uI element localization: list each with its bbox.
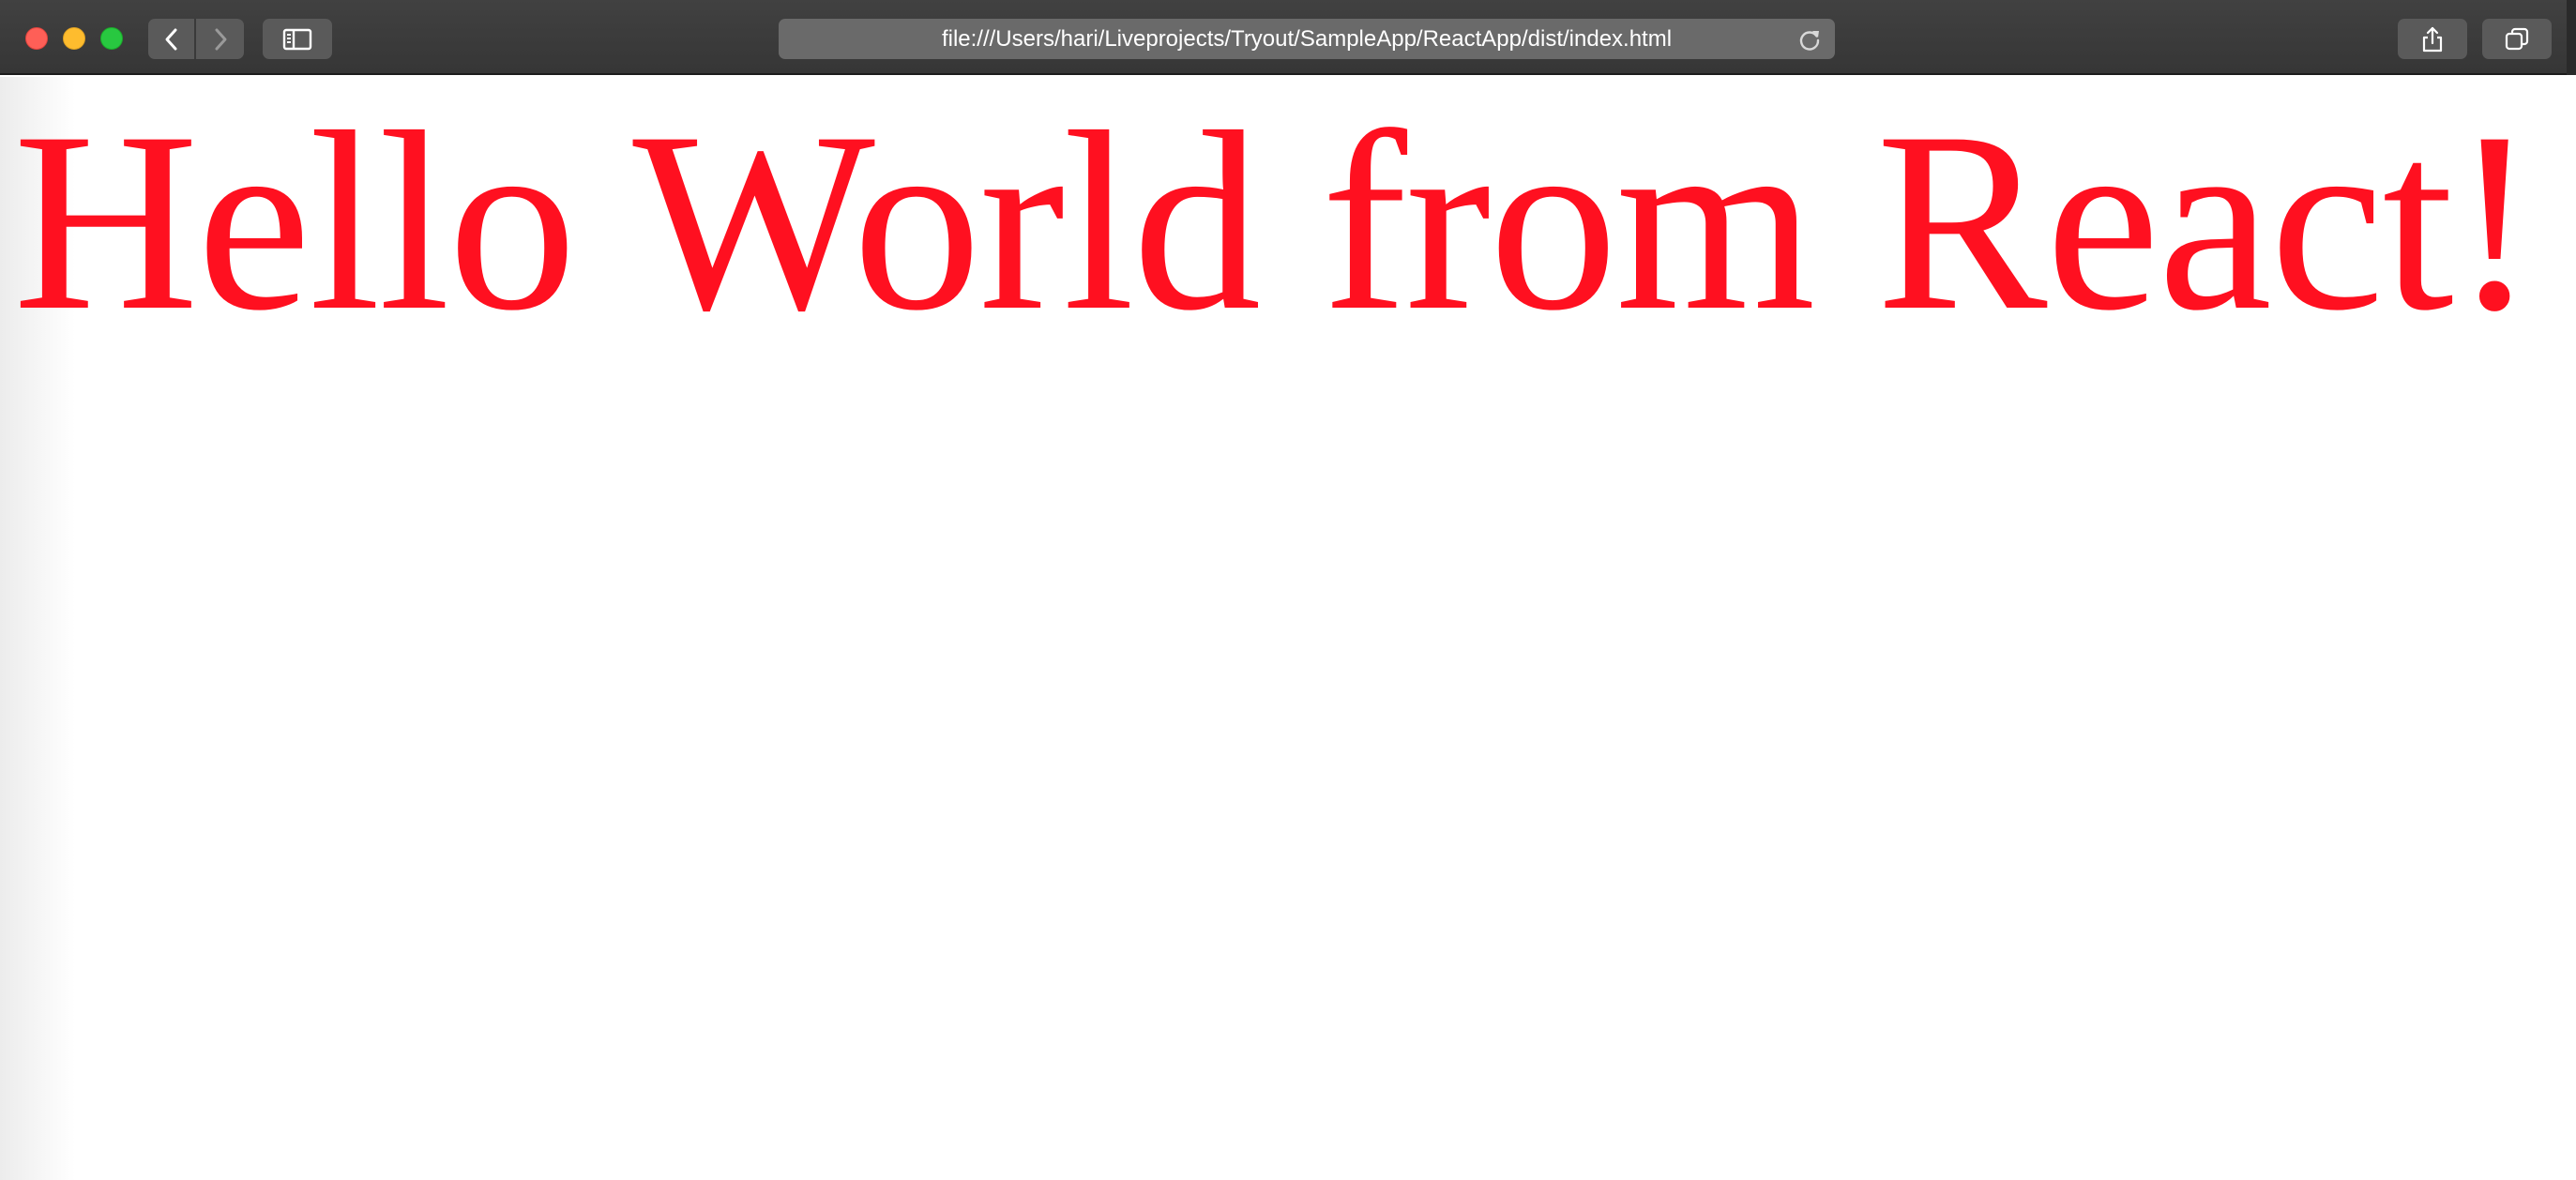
chevron-right-icon <box>215 28 226 50</box>
maximize-window-button[interactable] <box>100 27 123 50</box>
share-icon <box>2422 26 2443 52</box>
browser-toolbar: file:///Users/hari/Liveprojects/Tryout/S… <box>0 0 2576 75</box>
chevron-left-icon <box>165 28 176 50</box>
page-heading: Hello World from React! <box>13 80 2538 364</box>
reload-icon[interactable] <box>1797 27 1822 52</box>
sidebar-toggle-button[interactable] <box>263 19 332 59</box>
window-edge <box>2567 0 2576 75</box>
minimize-window-button[interactable] <box>63 27 85 50</box>
share-button[interactable] <box>2398 19 2467 59</box>
close-window-button[interactable] <box>25 27 48 50</box>
tab-overview-button[interactable] <box>2482 19 2552 59</box>
tabs-overview-icon <box>2505 27 2529 50</box>
sidebar-icon <box>282 28 312 50</box>
forward-button[interactable] <box>196 19 244 59</box>
url-text[interactable]: file:///Users/hari/Liveprojects/Tryout/S… <box>779 19 1835 59</box>
address-bar[interactable]: file:///Users/hari/Liveprojects/Tryout/S… <box>779 19 1835 59</box>
navigation-buttons <box>148 19 244 59</box>
back-button[interactable] <box>148 19 196 59</box>
browser-window: file:///Users/hari/Liveprojects/Tryout/S… <box>0 0 2576 1180</box>
